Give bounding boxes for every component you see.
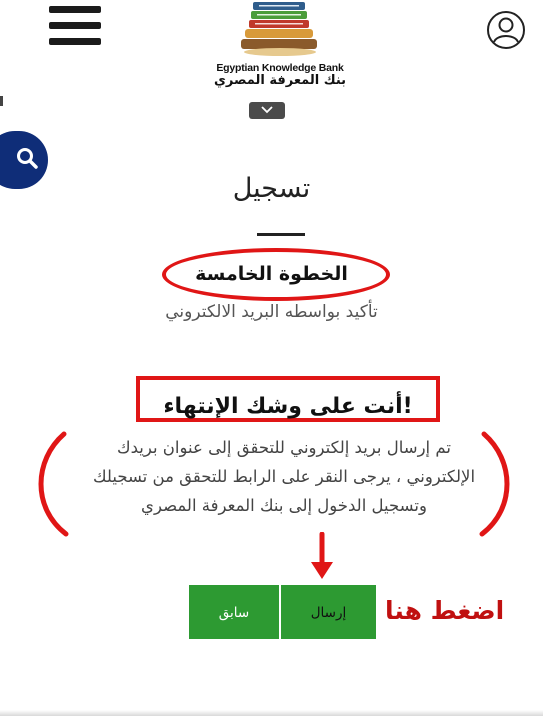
user-account-button[interactable] [486,10,526,50]
down-arrow-annotation [311,532,333,579]
verification-message: تم إرسال بريد إلكتروني للتحقق إلى عنوان … [64,433,504,520]
send-button[interactable]: إرسال [281,585,376,639]
title-divider [257,233,305,236]
page-title: تسجيل [232,173,311,204]
message-line: تم إرسال بريد إلكتروني للتحقق إلى عنوان … [117,438,451,457]
logo-arabic-text: بنك المعرفة المصري [213,73,347,88]
bottom-edge [0,710,543,716]
hamburger-line [49,22,101,29]
page-frame: Egyptian Knowledge Bank بنك المعرفة المص… [0,0,543,716]
message-line: وتسجيل الدخول إلى بنك المعرفة المصري [141,496,427,515]
previous-button[interactable]: سابق [189,585,279,639]
ekb-logo[interactable]: Egyptian Knowledge Bank بنك المعرفة المص… [205,0,355,96]
chevron-down-icon [261,106,273,114]
message-line: الإلكتروني ، يرجى النقر على الرابط للتحق… [92,467,476,486]
search-icon [17,148,38,169]
menu-button[interactable] [49,6,101,46]
almost-done-heading: !أنت على وشك الإنتهاء [163,394,413,419]
step-title: الخطوة الخامسة [195,263,348,285]
step-subtitle: تأكيد بواسطه البريد الالكتروني [165,302,378,322]
hamburger-icon [49,6,101,13]
header-dropdown-toggle[interactable] [249,102,285,119]
hamburger-line [49,38,101,45]
user-circle-icon [487,11,525,49]
books-logo-icon [241,2,317,56]
click-here-annotation: اضغط هنا [385,596,505,625]
left-edge-mark [0,96,3,106]
